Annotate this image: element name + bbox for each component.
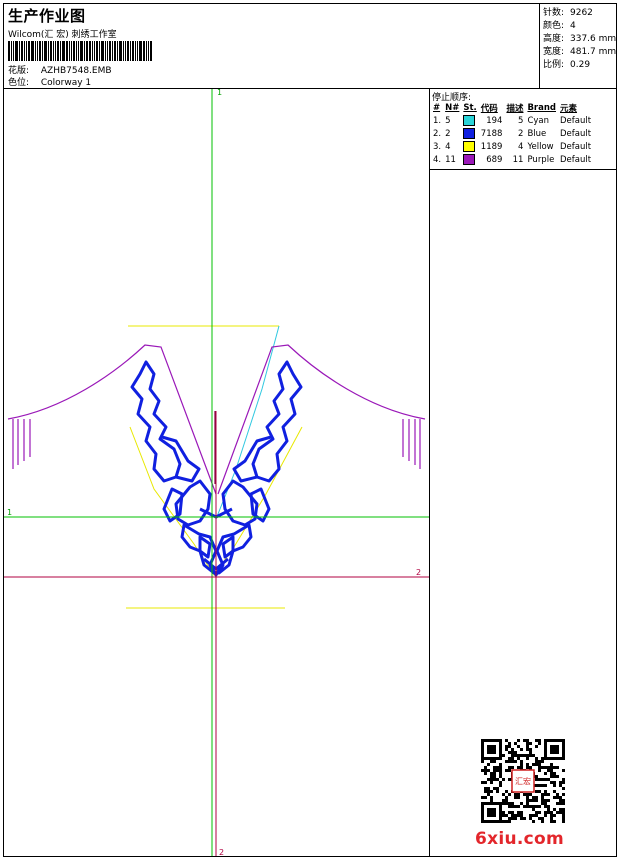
row-index: 4. (433, 154, 442, 165)
row-code: 4 (518, 141, 524, 152)
stat-value: 4 (570, 21, 576, 31)
svg-text:汇宏: 汇宏 (515, 776, 531, 786)
row-brand: Default (560, 115, 592, 126)
color-swatch (463, 115, 476, 126)
axis-label-top: 1 (217, 89, 222, 97)
row-needle: 5 (445, 115, 451, 126)
row-index: 2. (433, 128, 442, 139)
page-title: 生产作业图 (8, 7, 86, 25)
row-stitches: 1189 (480, 141, 503, 152)
row-needle: 4 (445, 141, 451, 152)
stat-value: 481.7 mm (570, 47, 617, 57)
col-element: 元素 (560, 103, 578, 114)
row-description: Purple (527, 154, 555, 165)
stat-height: 高度: 337.6 mm (543, 31, 616, 44)
stat-label: 颜色: (543, 21, 565, 31)
studio-name: Wilcom(汇 宏) 刺绣工作室 (8, 30, 117, 40)
row-needle: 11 (445, 154, 456, 165)
row-brand: Default (560, 128, 592, 139)
colorway-row: 色位: Colorway 1 (8, 75, 91, 88)
table-header-row: # N# St. 代码 描述 Brand 元素 (431, 101, 593, 114)
color-swatch (463, 141, 476, 152)
stat-width: 宽度: 481.7 mm (543, 44, 616, 57)
color-swatch (463, 128, 476, 139)
row-index: 3. (433, 141, 442, 152)
row-needle: 2 (445, 128, 451, 139)
row-brand: Default (560, 141, 592, 152)
row-color-swatch (461, 114, 478, 127)
row-description: Cyan (527, 115, 550, 126)
row-description: Blue (527, 128, 547, 139)
axis-label-right: 2 (416, 568, 421, 577)
colorway-name: Colorway 1 (40, 78, 92, 88)
row-code: 11 (512, 154, 524, 165)
stat-label: 宽度: (543, 47, 565, 57)
stat-scale: 比例: 0.29 (543, 57, 590, 70)
row-color-swatch (461, 140, 478, 153)
table-row: 3. 4 1189 4 Yellow Default (431, 140, 593, 153)
col-brand: Brand (527, 102, 556, 113)
row-stitches: 689 (486, 154, 503, 165)
header-info: 生产作业图 Wilcom(汇 宏) 刺绣工作室 花版: AZHB7548.EMB… (3, 3, 540, 89)
row-brand: Default (560, 154, 592, 165)
stat-label: 针数: (543, 8, 565, 18)
design-stats: 针数: 9262 颜色: 4 高度: 337.6 mm 宽度: 481.7 mm 比例:… (540, 3, 617, 89)
row-code: 5 (518, 115, 524, 126)
stat-label: 比例: (543, 60, 565, 70)
color-swatch (463, 154, 476, 165)
colorway-label: 色位: (8, 78, 30, 88)
stat-value: 9262 (570, 8, 593, 18)
barcode (8, 41, 153, 61)
col-needle: N# (445, 102, 460, 113)
col-index: # (433, 102, 441, 113)
design-canvas: 1 2 1 2 (4, 89, 429, 856)
row-color-swatch (461, 153, 478, 166)
stop-sequence-table: # N# St. 代码 描述 Brand 元素 1. 5 194 5 Cyan Defau… (431, 101, 593, 166)
row-index: 1. (433, 115, 442, 126)
col-description: 描述 (506, 103, 524, 114)
stat-label: 高度: (543, 34, 565, 44)
stat-value: 337.6 mm (570, 34, 617, 44)
axis-label-left: 1 (7, 508, 12, 517)
col-code: 代码 (480, 103, 498, 114)
row-description: Yellow (527, 141, 554, 152)
qr-code: 汇宏 (481, 739, 565, 823)
stat-value: 0.29 (570, 60, 591, 70)
panel-divider (430, 169, 617, 170)
stat-colors: 颜色: 4 (543, 18, 576, 31)
row-stitches: 7188 (480, 128, 503, 139)
col-stitches: St. (463, 102, 477, 113)
table-row: 4. 11 689 11 Purple Default (431, 153, 593, 166)
axis-label-bottom: 2 (219, 848, 224, 856)
row-color-swatch (461, 127, 478, 140)
table-row: 1. 5 194 5 Cyan Default (431, 114, 593, 127)
row-code: 2 (518, 128, 524, 139)
row-stitches: 194 (486, 115, 503, 126)
stat-stitches: 针数: 9262 (543, 5, 593, 18)
table-row: 2. 2 7188 2 Blue Default (431, 127, 593, 140)
watermark-logo: 6xiu.com (475, 829, 565, 849)
